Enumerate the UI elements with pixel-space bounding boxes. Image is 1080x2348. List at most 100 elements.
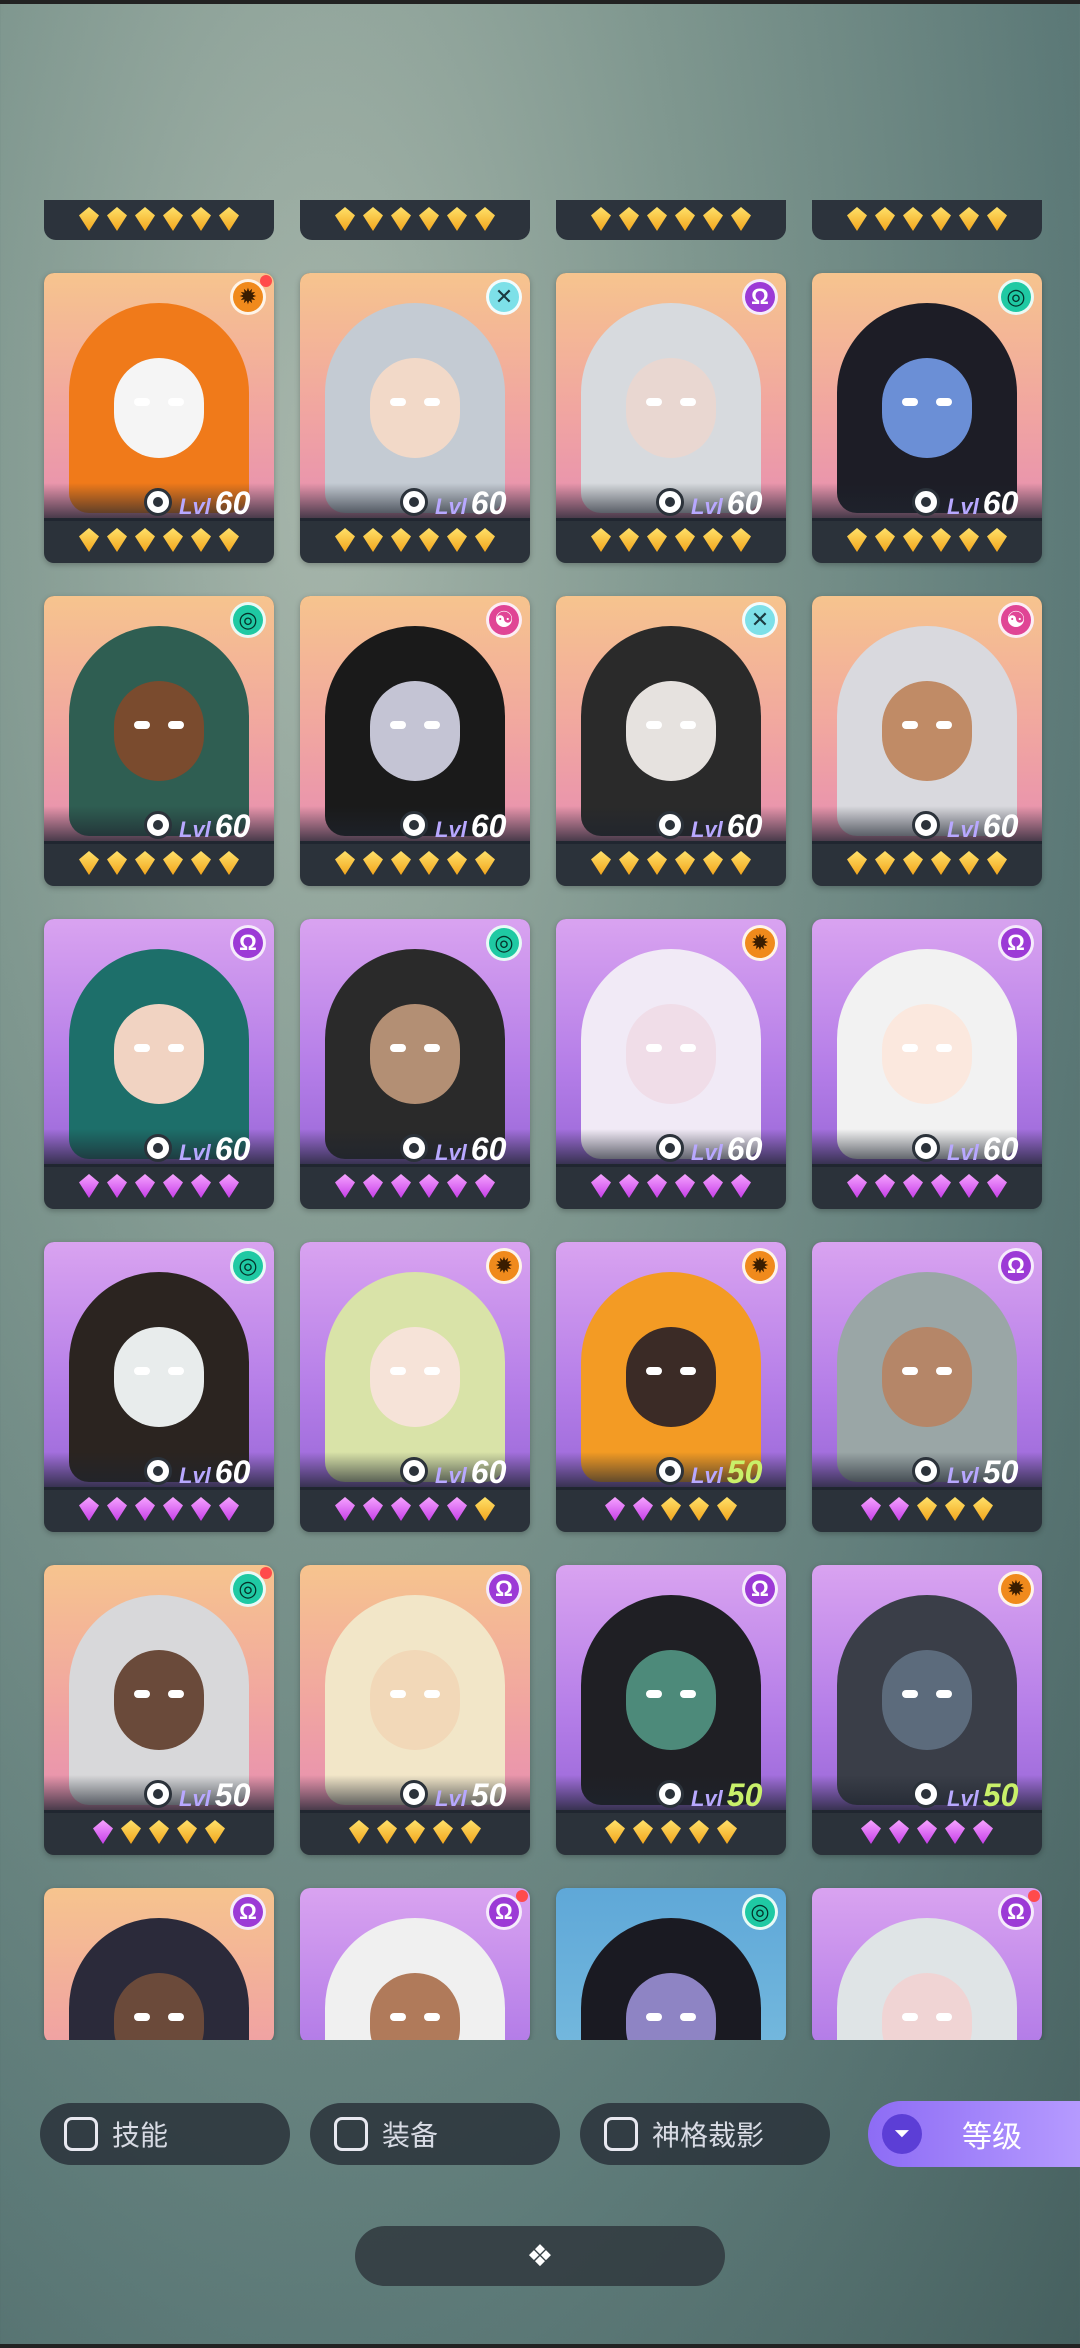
card-r3c4[interactable]: Ω Lvl 60 [812, 919, 1042, 1209]
purple-gem-icon [847, 1174, 867, 1198]
card-r5c2[interactable]: Ω Lvl 50 [300, 1565, 530, 1855]
card-r1c2[interactable]: ✕ Lvl 60 [300, 273, 530, 563]
card-r3c1[interactable]: Ω Lvl 60 [44, 919, 274, 1209]
gold-gem-icon [661, 1820, 681, 1844]
omega-icon: Ω [742, 1571, 778, 1607]
hero-face [626, 358, 716, 458]
gem-icon [363, 207, 383, 231]
card-r1c4[interactable]: ◎ Lvl 60 [812, 273, 1042, 563]
gold-gem-icon [847, 528, 867, 552]
card-r4c4[interactable]: Ω Lvl 50 [812, 1242, 1042, 1532]
checkbox-skill[interactable] [64, 2117, 98, 2151]
card-r3c3[interactable]: ✹ Lvl 60 [556, 919, 786, 1209]
level-label: Lvl 60 [179, 1131, 250, 1167]
card-r5c3[interactable]: Ω Lvl 50 [556, 1565, 786, 1855]
purple-gem-icon [917, 1820, 937, 1844]
hero-eye [134, 1690, 150, 1698]
level-progress-icon [400, 1134, 428, 1162]
purple-gem-icon [335, 1497, 355, 1521]
purple-gem-icon [419, 1174, 439, 1198]
filter-divine-shadow-label: 神格裁影 [652, 2120, 765, 2151]
star-row [556, 1492, 786, 1526]
card-r6c2[interactable]: Ω [300, 1888, 530, 2040]
hero-eye [680, 1367, 696, 1375]
card-stub-top[interactable] [812, 200, 1042, 240]
notification-dot [516, 1890, 528, 1902]
card-r1c1[interactable]: ✹ Lvl 60 [44, 273, 274, 563]
level-progress-icon [912, 1134, 940, 1162]
star-row [812, 1492, 1042, 1526]
sort-by-level-button[interactable]: ⏷ 等级 [868, 2101, 1080, 2167]
collapse-handle[interactable]: ❖ [355, 2226, 725, 2286]
gold-gem-icon [219, 851, 239, 875]
card-r5c4[interactable]: ✹ Lvl 50 [812, 1565, 1042, 1855]
level-prefix: Lvl [691, 494, 723, 519]
hero-eye [168, 1690, 184, 1698]
gold-gem-icon [633, 1820, 653, 1844]
gem-icon [107, 207, 127, 231]
gem-icon [675, 207, 695, 231]
level-progress-icon [912, 1780, 940, 1808]
card-r4c3[interactable]: ✹ Lvl 50 [556, 1242, 786, 1532]
level-number: 60 [214, 808, 251, 844]
card-r2c3[interactable]: ✕ Lvl 60 [556, 596, 786, 886]
filter-equipment[interactable]: 装备 [310, 2103, 560, 2165]
level-prefix: Lvl [435, 494, 467, 519]
card-r5c1[interactable]: ◎ Lvl 50 [44, 1565, 274, 1855]
gold-gem-icon [689, 1497, 709, 1521]
hero-eye [936, 1044, 952, 1052]
gold-gem-icon [661, 1497, 681, 1521]
level-progress-icon [912, 488, 940, 516]
card-r4c1[interactable]: ◎ Lvl 60 [44, 1242, 274, 1532]
card-r3c2[interactable]: ◎ Lvl 60 [300, 919, 530, 1209]
gem-icon [335, 207, 355, 231]
purple-gem-icon [107, 1497, 127, 1521]
card-r4c2[interactable]: ✹ Lvl 60 [300, 1242, 530, 1532]
gold-gem-icon [605, 1820, 625, 1844]
card-stub-top[interactable] [300, 200, 530, 240]
filter-divine-shadow[interactable]: 神格裁影 [580, 2103, 830, 2165]
card-stub-top[interactable] [556, 200, 786, 240]
level-number: 60 [470, 808, 507, 844]
purple-gem-icon [731, 1174, 751, 1198]
hero-face [114, 358, 204, 458]
purple-gem-icon [931, 1174, 951, 1198]
hero-face [114, 1650, 204, 1750]
card-r6c4[interactable]: Ω [812, 1888, 1042, 2040]
card-r6c1[interactable]: Ω [44, 1888, 274, 2040]
notification-dot [1028, 1890, 1040, 1902]
gem-icon [647, 207, 667, 231]
gem-icon [135, 207, 155, 231]
filter-skill[interactable]: 技能 [40, 2103, 290, 2165]
gold-gem-icon [135, 528, 155, 552]
level-prefix: Lvl [691, 1463, 723, 1488]
gold-gem-icon [647, 851, 667, 875]
card-r2c1[interactable]: ◎ Lvl 60 [44, 596, 274, 886]
hero-eye [168, 398, 184, 406]
purple-gem-icon [605, 1497, 625, 1521]
gold-gem-icon [619, 851, 639, 875]
gem-icon [703, 207, 723, 231]
gem-icon [619, 207, 639, 231]
hero-eye [646, 1690, 662, 1698]
level-prefix: Lvl [691, 1140, 723, 1165]
card-r2c2[interactable]: ☯ Lvl 60 [300, 596, 530, 886]
card-stub-top[interactable] [44, 200, 274, 240]
card-r1c3[interactable]: Ω Lvl 60 [556, 273, 786, 563]
level-label: Lvl 50 [947, 1777, 1018, 1813]
cross-icon: ✕ [742, 602, 778, 638]
purple-gem-icon [987, 1174, 1007, 1198]
omega-icon: Ω [230, 925, 266, 961]
level-number: 50 [982, 1454, 1019, 1490]
hero-eye [424, 1044, 440, 1052]
card-r6c3[interactable]: ◎ [556, 1888, 786, 2040]
hero-eye [424, 721, 440, 729]
purple-gem-icon [191, 1174, 211, 1198]
star-row [300, 1815, 530, 1849]
star-row [44, 523, 274, 557]
checkbox-divine-shadow[interactable] [604, 2117, 638, 2151]
notification-dot [260, 275, 272, 287]
checkbox-equipment[interactable] [334, 2117, 368, 2151]
card-r2c4[interactable]: ☯ Lvl 60 [812, 596, 1042, 886]
gold-gem-icon [917, 1497, 937, 1521]
